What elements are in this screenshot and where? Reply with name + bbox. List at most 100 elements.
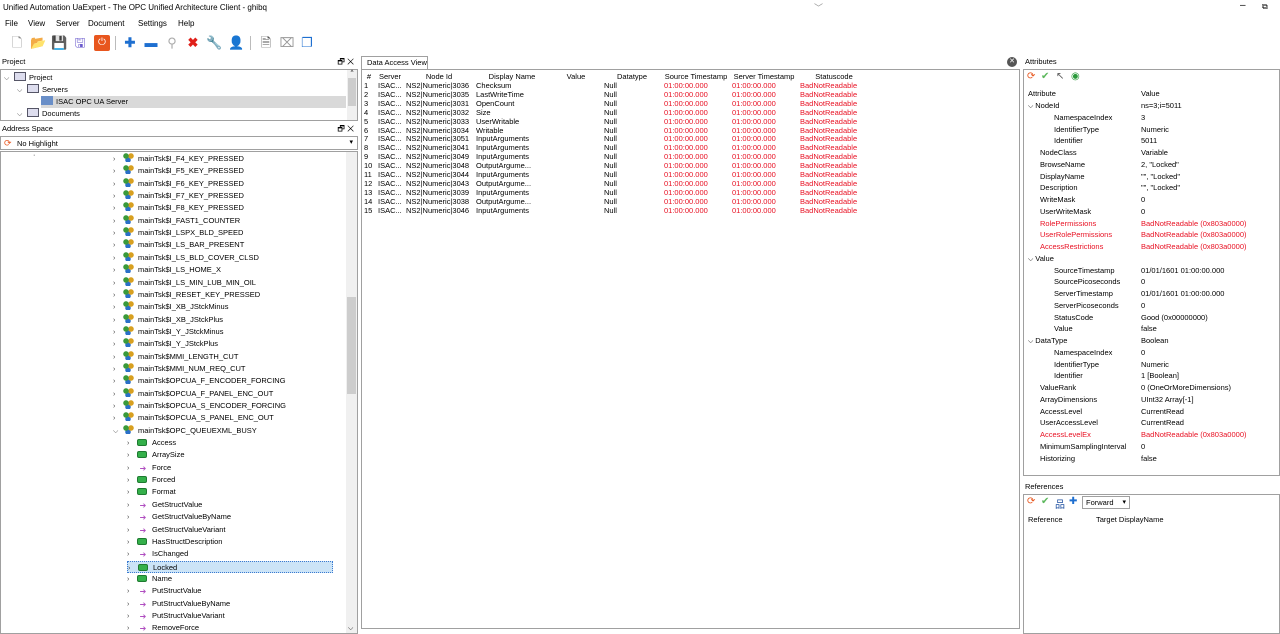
- tree-item-servers[interactable]: ⌵ Servers: [17, 84, 68, 96]
- attribute-name[interactable]: SourcePicoseconds: [1054, 276, 1120, 288]
- tree-item[interactable]: › ➔ RemoveForce: [127, 622, 199, 633]
- attribute-name[interactable]: Description: [1040, 182, 1078, 194]
- attribute-name[interactable]: UserAccessLevel: [1040, 417, 1098, 429]
- tree-item[interactable]: › ArraySize: [127, 449, 185, 461]
- chevron-right-icon[interactable]: ›: [127, 574, 137, 586]
- connect-icon[interactable]: ⚲: [164, 35, 180, 51]
- chevron-right-icon[interactable]: ›: [113, 179, 123, 191]
- panel-float-close-icon[interactable]: 🗗 ✕: [337, 56, 354, 68]
- tree-item[interactable]: › ➔ GetStructValueVariant: [127, 524, 226, 536]
- attribute-name[interactable]: AccessLevelEx: [1040, 429, 1091, 441]
- menu-file[interactable]: File: [5, 19, 18, 28]
- attribute-name[interactable]: Identifier: [1054, 135, 1083, 147]
- chevron-right-icon[interactable]: ›: [113, 401, 123, 413]
- chevron-right-icon[interactable]: ›: [127, 500, 137, 512]
- hierarchy-icon[interactable]: 品: [1055, 496, 1065, 511]
- chevron-right-icon[interactable]: ›: [127, 549, 137, 561]
- checkmark-icon[interactable]: ✔: [1041, 496, 1049, 507]
- tree-item[interactable]: › mainTsk$I_LSPX_BLD_SPEED: [113, 227, 243, 239]
- attribute-name[interactable]: StatusCode: [1054, 312, 1093, 324]
- tree-item[interactable]: › mainTsk$I_LS_BAR_PRESENT: [113, 239, 244, 251]
- chevron-right-icon[interactable]: ›: [113, 376, 123, 388]
- add-reference-icon[interactable]: ✚: [1069, 496, 1077, 507]
- add-server-icon[interactable]: ✚: [122, 35, 138, 51]
- remove-server-icon[interactable]: ▬: [143, 35, 159, 51]
- chevron-right-icon[interactable]: ›: [127, 450, 137, 462]
- chevron-right-icon[interactable]: ›: [113, 154, 123, 166]
- target-icon[interactable]: ◉: [1071, 71, 1080, 82]
- tree-item[interactable]: › mainTsk$OPCUA_S_PANEL_ENC_OUT: [113, 412, 274, 424]
- tree-item[interactable]: › mainTsk$I_F7_KEY_PRESSED: [113, 190, 244, 202]
- attribute-name[interactable]: IdentifierType: [1054, 124, 1099, 136]
- tree-item[interactable]: › ➔ PutStructValueVariant: [127, 610, 225, 622]
- chevron-right-icon[interactable]: ›: [113, 191, 123, 203]
- column-header[interactable]: Value: [550, 70, 602, 82]
- tree-item[interactable]: › ➔ GetStructValueByName: [127, 511, 231, 523]
- close-document-icon[interactable]: ⌧: [279, 35, 295, 51]
- attribute-name[interactable]: RolePermissions: [1040, 218, 1096, 230]
- project-scrollbar[interactable]: ^: [347, 70, 357, 120]
- chevron-right-icon[interactable]: ›: [113, 228, 123, 240]
- tree-item-project[interactable]: ⌵ Project: [4, 72, 52, 84]
- tree-item[interactable]: › mainTsk$MMI_LENGTH_CUT: [113, 350, 238, 363]
- chevron-right-icon[interactable]: ›: [113, 265, 123, 277]
- tree-item[interactable]: › mainTsk$I_F6_KEY_PRESSED: [113, 177, 244, 191]
- highlight-dropdown[interactable]: ⟳ No Highlight ▾: [0, 136, 358, 150]
- menu-server[interactable]: Server: [56, 19, 80, 28]
- tree-item[interactable]: › mainTsk$I_LS_MIN_LUB_MIN_OIL: [113, 276, 256, 290]
- chevron-right-icon[interactable]: ›: [113, 278, 123, 290]
- attribute-name[interactable]: WriteMask: [1040, 194, 1075, 206]
- tree-item[interactable]: › mainTsk$OPCUA_F_PANEL_ENC_OUT: [113, 387, 273, 400]
- window-icon[interactable]: ❐: [299, 35, 315, 51]
- save-icon[interactable]: 💾: [51, 35, 67, 51]
- attribute-name[interactable]: NamespaceIndex: [1054, 347, 1112, 359]
- user-icon[interactable]: 👤: [228, 35, 244, 51]
- chevron-right-icon[interactable]: ›: [113, 315, 123, 327]
- attribute-name[interactable]: UserRolePermissions: [1040, 229, 1112, 241]
- panel-float-close-icon[interactable]: 🗗 ✕: [337, 123, 354, 135]
- tree-item[interactable]: › mainTsk$I_F8_KEY_PRESSED: [113, 202, 244, 214]
- chevron-down-icon[interactable]: ⌵: [113, 426, 123, 438]
- attribute-name[interactable]: MinimumSamplingInterval: [1040, 441, 1126, 453]
- chevron-right-icon[interactable]: ›: [127, 586, 137, 598]
- chevron-right-icon[interactable]: ›: [127, 475, 137, 487]
- tree-item[interactable]: › HasStructDescription: [127, 536, 222, 548]
- chevron-right-icon[interactable]: ›: [113, 302, 123, 314]
- save-as-icon[interactable]: 🖫: [72, 35, 88, 51]
- chevron-right-icon[interactable]: ›: [113, 290, 123, 302]
- minimize-button[interactable]: –: [1240, 0, 1246, 11]
- attribute-name[interactable]: IdentifierType: [1054, 359, 1099, 371]
- tree-item[interactable]: › mainTsk$MMI_NUM_REQ_CUT: [113, 362, 246, 376]
- restore-button[interactable]: ⧉: [1262, 2, 1268, 12]
- attribute-name[interactable]: ⌵ Value: [1028, 253, 1054, 265]
- tree-item[interactable]: › ➔ PutStructValue: [127, 585, 201, 597]
- chevron-right-icon[interactable]: ›: [127, 623, 137, 633]
- chevron-right-icon[interactable]: ›: [127, 537, 137, 549]
- tree-item[interactable]: › Access: [127, 437, 176, 449]
- attribute-name[interactable]: ⌵ DataType: [1028, 335, 1067, 347]
- attribute-name[interactable]: UserWriteMask: [1040, 206, 1091, 218]
- tree-item[interactable]: › Forced: [127, 474, 175, 486]
- power-icon[interactable]: ⏻: [94, 35, 110, 51]
- menu-settings[interactable]: Settings: [138, 19, 167, 28]
- chevron-right-icon[interactable]: ›: [113, 327, 123, 339]
- chevron-right-icon[interactable]: ›: [113, 364, 123, 376]
- wrench-icon[interactable]: 🔧: [206, 35, 222, 51]
- tree-item[interactable]: › ➔ PutStructValueByName: [127, 598, 230, 610]
- tree-item[interactable]: › Format: [127, 486, 176, 498]
- chevron-right-icon[interactable]: ›: [113, 166, 123, 178]
- chevron-right-icon[interactable]: ›: [113, 240, 123, 252]
- chevron-right-icon[interactable]: ›: [127, 599, 137, 611]
- tree-item[interactable]: › mainTsk$I_LS_BLD_COVER_CLSD: [113, 251, 259, 264]
- attribute-name[interactable]: ValueRank: [1040, 382, 1076, 394]
- tree-item[interactable]: › mainTsk$OPCUA_F_ENCODER_FORCING: [113, 375, 286, 387]
- tree-item[interactable]: › mainTsk$I_F4_KEY_PRESSED: [113, 153, 244, 165]
- chevron-right-icon[interactable]: ›: [127, 512, 137, 524]
- tree-item[interactable]: ⌵ mainTsk$OPC_QUEUEXML_BUSY: [113, 424, 257, 438]
- direction-dropdown[interactable]: Forward ▾: [1082, 496, 1130, 509]
- attribute-name[interactable]: AccessLevel: [1040, 406, 1082, 418]
- refresh-icon[interactable]: ⟳: [1027, 71, 1035, 82]
- attribute-name[interactable]: NamespaceIndex: [1054, 112, 1112, 124]
- tree-item[interactable]: › mainTsk$I_LS_HOME_X: [113, 264, 221, 276]
- tree-item[interactable]: › mainTsk$I_XB_JStckMinus: [113, 301, 228, 313]
